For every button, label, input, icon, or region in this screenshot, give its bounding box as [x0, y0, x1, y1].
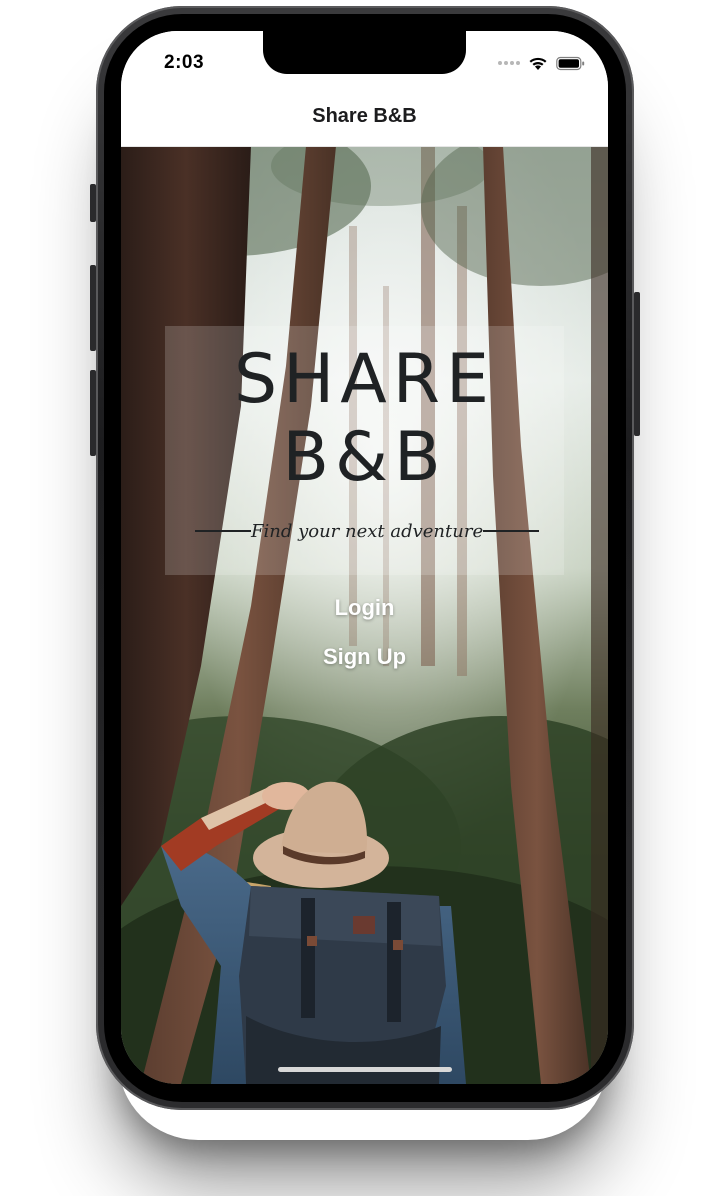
tagline-row: Find your next adventure	[195, 516, 540, 546]
device-mockup: SHARE B&B Find your next adventure Login…	[0, 0, 720, 1196]
logo-panel: SHARE B&B Find your next adventure	[165, 326, 564, 575]
signup-button[interactable]: Sign Up	[121, 644, 608, 670]
login-button[interactable]: Login	[121, 595, 608, 621]
tagline: Find your next adventure	[251, 520, 484, 542]
battery-icon	[556, 56, 585, 70]
power-button	[634, 292, 640, 436]
hero-content: SHARE B&B Find your next adventure Login…	[121, 146, 608, 1084]
home-indicator[interactable]	[278, 1067, 452, 1072]
nav-title: Share B&B	[312, 105, 417, 127]
volume-up-button	[90, 265, 96, 351]
status-bar: 2:03	[121, 31, 608, 93]
logo-line-bnb: B&B	[282, 418, 447, 497]
notch	[263, 31, 466, 74]
logo-line-share: SHARE	[233, 340, 496, 419]
tagline-rule-right	[483, 530, 540, 532]
volume-down-button	[90, 370, 96, 456]
navigation-bar: Share B&B	[121, 93, 608, 147]
silent-switch	[90, 184, 96, 222]
status-icons	[498, 55, 586, 71]
status-time: 2:03	[164, 52, 205, 73]
wifi-icon	[529, 57, 547, 70]
phone-screen: SHARE B&B Find your next adventure Login…	[121, 31, 608, 1084]
cellular-signal-icon	[498, 61, 520, 65]
tagline-rule-left	[195, 530, 251, 532]
